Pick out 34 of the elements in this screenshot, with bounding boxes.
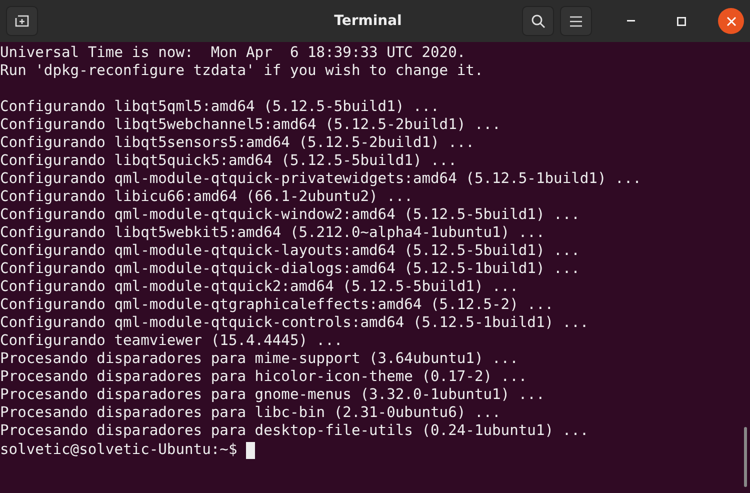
output-line: Configurando libqt5webchannel5:amd64 (5.12.5-2build1) ... xyxy=(0,116,501,134)
output-line: Configurando libqt5quick5:amd64 (5.12.5-5build1) ... xyxy=(0,152,457,170)
output-line: Procesando disparadores para libc-bin (2.31-0ubuntu6) ... xyxy=(0,404,501,422)
output-line: Configurando libqt5qml5:amd64 (5.12.5-5build1) ... xyxy=(0,98,440,116)
close-button[interactable] xyxy=(718,8,744,34)
output-line: Run 'dpkg-reconfigure tzdata' if you wish to change it. xyxy=(0,62,484,80)
maximize-icon xyxy=(676,16,686,26)
output-line: Configurando libqt5sensors5:amd64 (5.12.5-2build1) ... xyxy=(0,134,474,152)
minimize-icon xyxy=(627,20,635,22)
scrollbar[interactable] xyxy=(744,427,747,487)
output-line: Procesando disparadores para hicolor-icon-theme (0.17-2) ... xyxy=(0,368,528,386)
output-line: Procesando disparadores para gnome-menus (3.32.0-1ubuntu1) ... xyxy=(0,386,545,404)
output-line: Configurando libqt5webkit5:amd64 (5.212.0~alpha4-1ubuntu1) ... xyxy=(0,224,545,242)
search-icon xyxy=(530,14,546,28)
output-line: Configurando qml-module-qtquick-layouts:amd64 (5.12.5-5build1) ... xyxy=(0,242,580,260)
close-icon xyxy=(726,16,736,26)
new-tab-button[interactable] xyxy=(6,6,38,36)
new-tab-icon xyxy=(15,14,29,28)
output-line: Configurando teamviewer (15.4.4445) ... xyxy=(0,332,343,350)
shell-prompt: solvetic@solvetic-Ubuntu:~$ xyxy=(0,441,238,459)
output-line: Configurando libicu66:amd64 (66.1-2ubuntu2) ... xyxy=(0,188,413,206)
window-title: Terminal xyxy=(333,13,403,29)
output-line: Procesando disparadores para mime-support (3.64ubuntu1) ... xyxy=(0,350,518,368)
menu-button[interactable] xyxy=(560,6,592,36)
search-button[interactable] xyxy=(522,6,554,36)
output-line: Configurando qml-module-qtquick-privatewidgets:amd64 (5.12.5-1build1) ... xyxy=(0,170,642,188)
output-line: Configurando qml-module-qtquick-window2:amd64 (5.12.5-5build1) ... xyxy=(0,206,580,224)
output-line: Configurando qml-module-qtgraphicaleffects:amd64 (5.12.5-2) ... xyxy=(0,296,554,314)
output-line: Procesando disparadores para desktop-file-utils (0.24-1ubuntu1) ... xyxy=(0,422,589,440)
output-line: Configurando qml-module-qtquick-controls:amd64 (5.12.5-1build1) ... xyxy=(0,314,589,332)
output-line: Configurando qml-module-qtquick2:amd64 (5.12.5-5build1) ... xyxy=(0,278,518,296)
output-line: Universal Time is now: Mon Apr 6 18:39:33 UTC 2020. xyxy=(0,44,466,62)
output-line: Configurando qml-module-qtquick-dialogs:amd64 (5.12.5-1build1) ... xyxy=(0,260,580,278)
menu-icon xyxy=(570,16,582,26)
